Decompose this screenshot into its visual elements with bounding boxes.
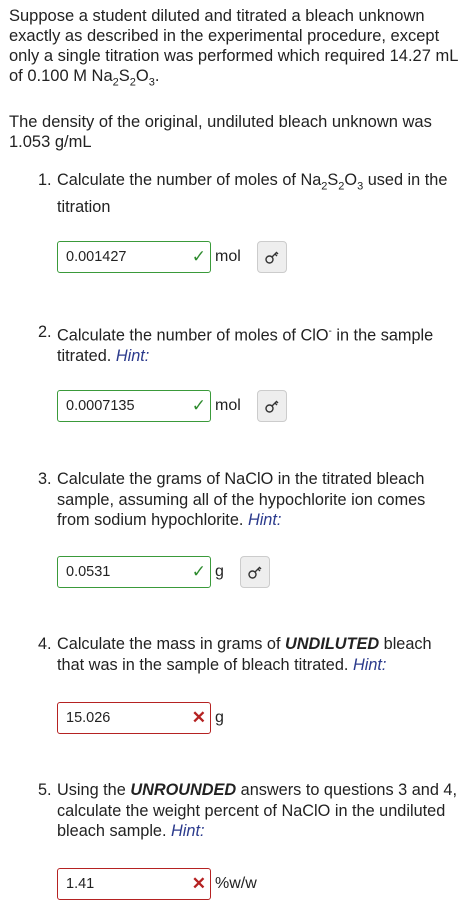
key-button-3[interactable]	[239, 556, 270, 588]
problem-intro: Suppose a student diluted and titrated a…	[9, 6, 461, 152]
key-button-2[interactable]	[256, 390, 287, 422]
x-mark-icon: ✕	[191, 708, 206, 727]
answer-input-5[interactable]: 1.41 ✕	[57, 868, 211, 900]
unit-label-1: mol	[215, 248, 241, 265]
hint-link-2[interactable]: Hint:	[116, 347, 149, 365]
answer-input-4[interactable]: 15.026 ✕	[57, 702, 211, 734]
key-button-1[interactable]	[256, 241, 287, 273]
unit-label-5: %w/w	[215, 875, 257, 892]
hint-link-4[interactable]: Hint:	[353, 656, 386, 674]
question-3: 3. Calculate the grams of NaClO in the t…	[38, 469, 458, 531]
answer-row-4: 15.026 ✕ g	[57, 702, 224, 734]
hint-link-5[interactable]: Hint:	[171, 822, 204, 840]
intro-paragraph-1: Suppose a student diluted and titrated a…	[9, 7, 458, 89]
answer-input-1[interactable]: 0.001427 ✓	[57, 241, 211, 273]
unit-label-3: g	[215, 563, 224, 580]
question-1-text: Calculate the number of moles of Na2S2O3…	[57, 171, 448, 216]
x-mark-icon: ✕	[191, 874, 206, 893]
intro-paragraph-2: The density of the original, undiluted b…	[9, 113, 432, 152]
checkmark-icon: ✓	[191, 247, 206, 266]
answer-row-2: 0.0007135 ✓ mol	[57, 390, 287, 422]
question-4: 4. Calculate the mass in grams of UNDILU…	[38, 634, 458, 675]
unit-label-2: mol	[215, 397, 241, 414]
question-1: 1. Calculate the number of moles of Na2S…	[38, 170, 458, 217]
answer-row-5: 1.41 ✕ %w/w	[57, 868, 257, 900]
key-icon	[265, 251, 279, 264]
answer-input-3[interactable]: 0.0531 ✓	[57, 556, 211, 588]
question-2: 2. Calculate the number of moles of ClO-…	[38, 322, 458, 366]
checkmark-icon: ✓	[191, 562, 206, 581]
key-icon	[248, 566, 262, 579]
question-5: 5. Using the UNROUNDED answers to questi…	[38, 781, 457, 840]
question-4-text: Calculate the mass in grams of UNDILUTED…	[57, 635, 432, 674]
answer-row-1: 0.001427 ✓ mol	[57, 241, 287, 273]
question-2-text: Calculate the number of moles of ClO- in…	[57, 326, 434, 365]
checkmark-icon: ✓	[191, 396, 206, 415]
hint-link-3[interactable]: Hint:	[248, 511, 281, 529]
answer-row-3: 0.0531 ✓ g	[57, 556, 270, 588]
unit-label-4: g	[215, 709, 224, 726]
key-icon	[265, 400, 279, 413]
question-5-text: Using the UNROUNDED answers to questions…	[57, 781, 457, 840]
answer-input-2[interactable]: 0.0007135 ✓	[57, 390, 211, 422]
question-3-text: Calculate the grams of NaClO in the titr…	[57, 470, 426, 529]
